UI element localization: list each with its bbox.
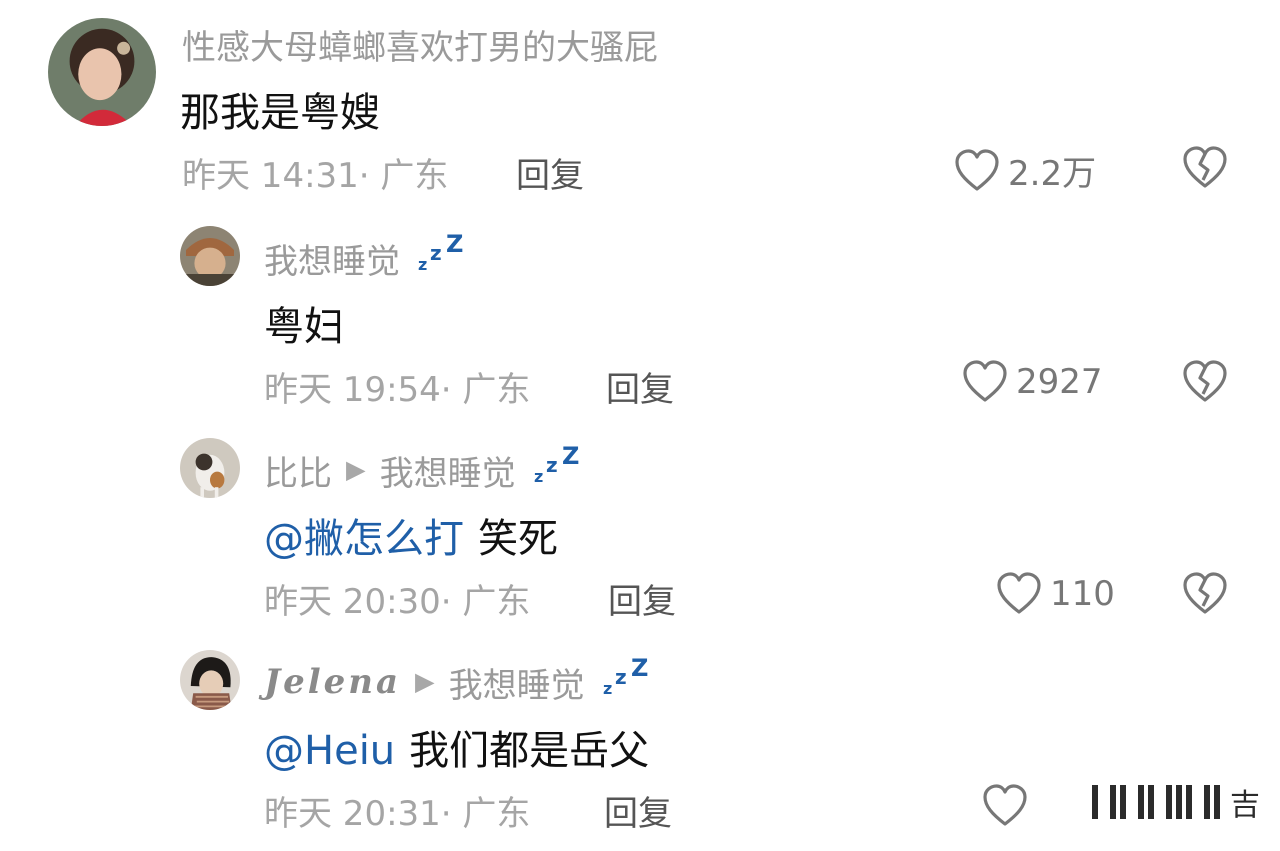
comment-body: 粤妇: [264, 304, 344, 350]
watermark: 吉: [1092, 780, 1260, 824]
svg-text:Z: Z: [446, 230, 463, 258]
like-count: 110: [1050, 574, 1115, 614]
broken-heart-icon: [1183, 146, 1227, 188]
dislike-button[interactable]: [1182, 146, 1228, 190]
watermark-bar: [1138, 785, 1144, 819]
author-name: 比比: [264, 453, 332, 494]
svg-text:z: z: [418, 255, 427, 274]
watermark-bar: [1120, 785, 1126, 819]
svg-text:z: z: [534, 467, 543, 486]
comment-body: 我们都是岳父: [409, 728, 650, 774]
svg-text:z: z: [546, 453, 558, 477]
comment-timestamp-location: 昨天 20:30· 广东: [264, 582, 531, 622]
watermark-gap: [1158, 785, 1162, 819]
reply-arrow-icon: ▶: [415, 667, 435, 697]
heart-icon: [955, 148, 999, 191]
watermark-gap: [1196, 785, 1200, 819]
reply-to-name: 我想睡觉: [448, 665, 585, 706]
comment-body: 那我是粤嫂: [180, 90, 380, 136]
mention-link[interactable]: @Heiu: [264, 728, 395, 774]
comment-text: 那我是粤嫂: [180, 80, 380, 138]
avatar[interactable]: [180, 650, 240, 710]
watermark-text: 吉: [1230, 788, 1260, 823]
watermark-bar: [1092, 785, 1098, 819]
comment-text: @Heiu 我们都是岳父: [264, 718, 649, 776]
comment-text: @撇怎么打 笑死: [264, 506, 558, 564]
broken-heart-icon: [1183, 572, 1227, 614]
svg-text:z: z: [603, 679, 612, 698]
like-count: 2927: [1016, 362, 1103, 402]
svg-text:z: z: [615, 665, 627, 689]
mention-link[interactable]: @撇怎么打: [264, 516, 464, 562]
comment-timestamp-location: 昨天 19:54· 广东: [264, 370, 531, 410]
author-name: 我想睡觉: [264, 241, 400, 282]
author-name: 性感大母蟑螂喜欢打男的大骚屁: [182, 27, 658, 68]
reply-to-name: 我想睡觉: [379, 453, 516, 494]
like-button[interactable]: 2927: [962, 360, 1103, 404]
comment-author[interactable]: 性感大母蟑螂喜欢打男的大骚屁: [182, 22, 658, 68]
watermark-bar: [1186, 785, 1192, 819]
watermark-bar: [1148, 785, 1154, 819]
avatar[interactable]: [48, 18, 156, 126]
comment-text: 粤妇: [264, 294, 344, 352]
dislike-button[interactable]: [1182, 572, 1228, 616]
broken-heart-icon: [1183, 360, 1227, 402]
watermark-bar: [1110, 785, 1116, 819]
reply-button[interactable]: 回复: [604, 786, 672, 835]
svg-text:Z: Z: [631, 654, 648, 682]
author-name: Jelena: [264, 662, 402, 702]
like-button[interactable]: [982, 784, 1036, 828]
heart-icon: [983, 784, 1027, 826]
comment-author[interactable]: 我想睡觉 z z Z: [264, 230, 468, 282]
comment-timestamp-location: 昨天 20:31· 广东: [264, 794, 531, 834]
watermark-bar: [1166, 785, 1172, 819]
dislike-button[interactable]: [1182, 360, 1228, 404]
watermark-gap: [1102, 785, 1106, 819]
watermark-gap: [1130, 785, 1134, 819]
comment-author[interactable]: Jelena ▶ 我想睡觉 z z Z: [264, 654, 653, 706]
avatar[interactable]: [180, 438, 240, 498]
watermark-bar: [1176, 785, 1182, 819]
svg-text:Z: Z: [562, 442, 579, 470]
reply-button[interactable]: 回复: [516, 148, 584, 197]
sleep-zzz-icon: z z Z: [416, 230, 468, 274]
like-button[interactable]: 2.2万: [954, 146, 1096, 195]
comment-body: 笑死: [478, 516, 558, 562]
watermark-bar: [1214, 785, 1220, 819]
heart-icon: [963, 360, 1007, 402]
like-count: 2.2万: [1008, 154, 1097, 194]
svg-text:z: z: [430, 241, 442, 265]
reply-arrow-icon: ▶: [346, 455, 366, 485]
like-button[interactable]: 110: [996, 572, 1115, 616]
comment-author[interactable]: 比比 ▶ 我想睡觉 z z Z: [264, 442, 584, 494]
watermark-bar: [1204, 785, 1210, 819]
sleep-zzz-icon: z z Z: [601, 654, 653, 698]
avatar[interactable]: [180, 226, 240, 286]
reply-button[interactable]: 回复: [606, 362, 674, 411]
comment-timestamp-location: 昨天 14:31· 广东: [182, 156, 449, 196]
heart-icon: [997, 572, 1041, 614]
sleep-zzz-icon: z z Z: [532, 442, 584, 486]
reply-button[interactable]: 回复: [608, 574, 676, 623]
